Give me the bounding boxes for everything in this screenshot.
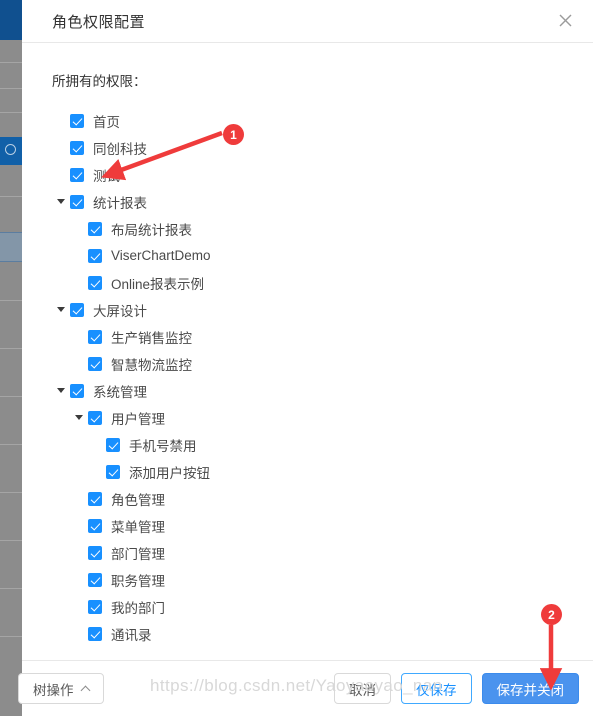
checkbox-checked-icon[interactable]: [106, 464, 120, 479]
checkbox-checked-icon[interactable]: [70, 383, 84, 398]
tree-node-label: 首页: [93, 114, 120, 130]
caret-down-icon[interactable]: [52, 296, 70, 323]
tree-action-button[interactable]: 树操作: [18, 673, 104, 704]
checkbox-checked-icon[interactable]: [70, 302, 84, 317]
tree-node[interactable]: 首页: [52, 107, 593, 134]
permission-tree[interactable]: 首页同创科技测试统计报表布局统计报表 ViserChartDemo Online报表…: [52, 107, 593, 647]
tree-node-label: 统计报表: [93, 195, 147, 211]
checkbox-checked-icon[interactable]: [88, 491, 102, 506]
background-divider: [0, 636, 22, 637]
background-divider: [0, 300, 22, 301]
tree-node-label: 手机号禁用: [129, 438, 197, 454]
background-selected-row[interactable]: [0, 137, 22, 165]
background-divider: [0, 396, 22, 397]
tree-node-label: 我的部门: [111, 600, 165, 616]
background-divider: [0, 588, 22, 589]
tree-node-label: 添加用户按钮: [129, 465, 210, 481]
tree-node-label: 测试: [93, 168, 120, 184]
close-icon[interactable]: [551, 6, 579, 34]
tree-node-label: 菜单管理: [111, 519, 165, 535]
tree-node-label: 智慧物流监控: [111, 357, 192, 373]
checkbox-checked-icon[interactable]: [70, 167, 84, 182]
tree-node-label: 职务管理: [111, 573, 165, 589]
checkbox-checked-icon[interactable]: [88, 410, 102, 425]
tree-node[interactable]: 生产销售监控: [52, 323, 593, 350]
checkbox-checked-icon[interactable]: [70, 194, 84, 209]
background-divider: [0, 444, 22, 445]
background-divider: [0, 540, 22, 541]
background-divider: [0, 196, 22, 197]
tree-node[interactable]: 智慧物流监控: [52, 350, 593, 377]
tree-action-label: 树操作: [33, 682, 74, 698]
checkbox-checked-icon[interactable]: [70, 140, 84, 155]
radio-icon: [5, 144, 16, 155]
tree-node-label: 布局统计报表: [111, 222, 192, 238]
tree-node-label: Online报表示例: [111, 276, 205, 292]
permissions-label: 所拥有的权限：: [52, 74, 147, 89]
tree-node[interactable]: 系统管理: [52, 377, 593, 404]
tree-node[interactable]: ViserChartDemo: [52, 242, 593, 269]
caret-down-icon[interactable]: [52, 377, 70, 404]
checkbox-checked-icon[interactable]: [88, 248, 102, 263]
checkbox-checked-icon[interactable]: [88, 356, 102, 371]
tree-node[interactable]: 统计报表: [52, 188, 593, 215]
tree-node[interactable]: Online报表示例: [52, 269, 593, 296]
caret-down-icon[interactable]: [52, 188, 70, 215]
dialog-header: 角色权限配置: [22, 0, 593, 43]
checkbox-checked-icon[interactable]: [88, 275, 102, 290]
background-divider: [0, 348, 22, 349]
checkbox-checked-icon[interactable]: [88, 626, 102, 641]
save-and-close-button[interactable]: 保存并关闭: [481, 673, 579, 704]
tree-node[interactable]: 通讯录: [52, 620, 593, 647]
tree-node-label: 部门管理: [111, 546, 165, 562]
screen-root: 角色权限配置 所拥有的权限： 首页同创科技测试统计报表布局统计报表 ViserCh…: [0, 0, 593, 716]
save-only-button[interactable]: 仅保存: [401, 673, 472, 704]
tree-node-label: 大屏设计: [93, 303, 147, 319]
tree-node[interactable]: 大屏设计: [52, 296, 593, 323]
tree-node[interactable]: 职务管理: [52, 566, 593, 593]
dialog-body: 所拥有的权限： 首页同创科技测试统计报表布局统计报表 ViserChartDemo…: [22, 43, 593, 660]
tree-node[interactable]: 用户管理: [52, 404, 593, 431]
tree-node[interactable]: 测试: [52, 161, 593, 188]
checkbox-checked-icon[interactable]: [88, 599, 102, 614]
tree-node[interactable]: 我的部门: [52, 593, 593, 620]
tree-node-label: 系统管理: [93, 384, 147, 400]
tree-node[interactable]: 同创科技: [52, 134, 593, 161]
tree-node[interactable]: 角色管理: [52, 485, 593, 512]
tree-node[interactable]: 添加用户按钮: [52, 458, 593, 485]
background-highlight-block: [0, 232, 22, 262]
tree-node[interactable]: 部门管理: [52, 539, 593, 566]
background-divider: [0, 88, 22, 89]
tree-node-label: 生产销售监控: [111, 330, 192, 346]
tree-node[interactable]: 布局统计报表: [52, 215, 593, 242]
background-divider: [0, 62, 22, 63]
checkbox-checked-icon[interactable]: [88, 518, 102, 533]
tree-node[interactable]: 菜单管理: [52, 512, 593, 539]
dialog-footer: 树操作 https://blog.csdn.net/Yaoyaoyao_nan …: [18, 660, 593, 716]
checkbox-checked-icon[interactable]: [106, 437, 120, 452]
checkbox-checked-icon[interactable]: [88, 545, 102, 560]
dialog-title: 角色权限配置: [52, 13, 146, 31]
background-page: [0, 0, 22, 716]
footer-actions: 取消 仅保存 保存并关闭: [334, 673, 579, 704]
checkbox-checked-icon[interactable]: [88, 329, 102, 344]
background-app-header: [0, 0, 22, 40]
cancel-button[interactable]: 取消: [334, 673, 391, 704]
background-divider: [0, 492, 22, 493]
role-permission-dialog: 角色权限配置 所拥有的权限： 首页同创科技测试统计报表布局统计报表 ViserCh…: [18, 0, 593, 716]
checkbox-checked-icon[interactable]: [88, 221, 102, 236]
chevron-up-icon: [80, 685, 90, 696]
tree-node-label: 用户管理: [111, 411, 165, 427]
tree-node-label: 同创科技: [93, 141, 147, 157]
tree-node-label: ViserChartDemo: [111, 248, 211, 263]
tree-node-label: 通讯录: [111, 627, 152, 643]
caret-down-icon[interactable]: [70, 404, 88, 431]
tree-node[interactable]: 手机号禁用: [52, 431, 593, 458]
tree-node-label: 角色管理: [111, 492, 165, 508]
background-divider: [0, 112, 22, 113]
checkbox-checked-icon[interactable]: [88, 572, 102, 587]
checkbox-checked-icon[interactable]: [70, 113, 84, 128]
